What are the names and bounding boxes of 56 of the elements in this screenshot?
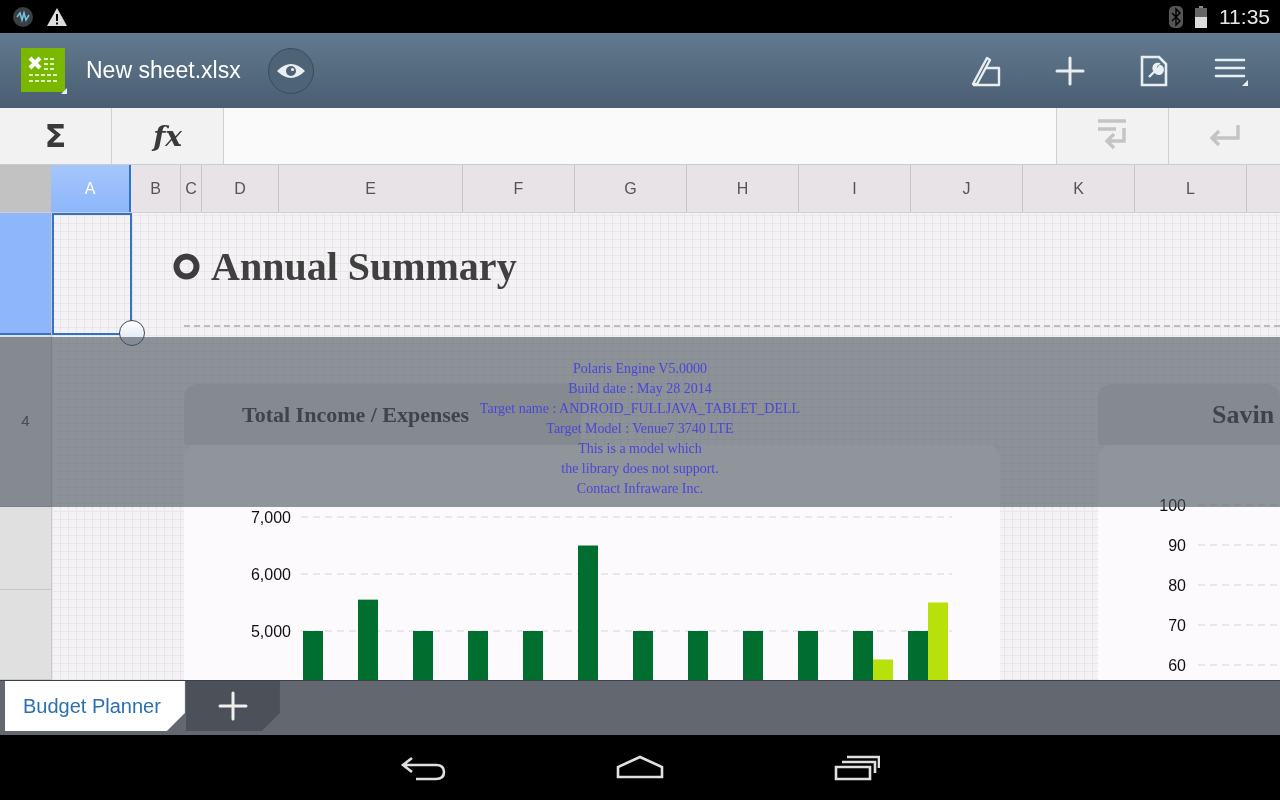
- app-notification-icon: [12, 5, 34, 28]
- column-header[interactable]: F: [463, 165, 575, 212]
- sum-button[interactable]: Σ: [0, 108, 112, 164]
- bar: [798, 631, 818, 680]
- column-header[interactable]: C: [181, 165, 202, 212]
- axis-label: 6,000: [250, 566, 291, 583]
- add-sheet-button[interactable]: [185, 681, 280, 731]
- column-header[interactable]: E: [279, 165, 463, 212]
- engine-notice-line: Contact Infraware Inc.: [576, 480, 704, 498]
- axis-label: 80: [1168, 577, 1186, 594]
- column-header[interactable]: I: [799, 165, 911, 212]
- bluetooth-icon: [1169, 5, 1183, 28]
- axis-label: 7,000: [250, 509, 291, 526]
- bar: [743, 631, 763, 680]
- engine-notice-line: Build date : May 28 2014: [568, 380, 712, 398]
- plus-icon: [217, 691, 248, 721]
- enter-icon: [1207, 123, 1242, 149]
- plus-icon: [1055, 55, 1085, 86]
- recent-apps-icon[interactable]: [834, 754, 880, 781]
- column-header[interactable]: D: [202, 165, 279, 212]
- column-header[interactable]: K: [1023, 165, 1135, 212]
- ring-bullet-icon: [173, 253, 200, 280]
- clock: 11:35: [1219, 4, 1270, 29]
- column-header[interactable]: G: [575, 165, 687, 212]
- back-icon[interactable]: [400, 754, 446, 781]
- bar: [688, 631, 708, 680]
- spreadsheet-app-icon[interactable]: [21, 47, 67, 94]
- bar: [523, 631, 543, 680]
- bar: [413, 631, 433, 680]
- battery-icon: [1195, 5, 1207, 28]
- column-header[interactable]: L: [1135, 165, 1247, 212]
- function-button[interactable]: fx: [112, 108, 224, 164]
- bar: [468, 631, 488, 680]
- home-icon[interactable]: [616, 754, 664, 781]
- selection-handle[interactable]: [119, 320, 145, 346]
- warning-icon: [46, 6, 68, 27]
- engine-notice-line: Target Model : Venue7 3740 LTE: [546, 420, 734, 438]
- axis-label: 5,000: [250, 623, 291, 640]
- document-title: New sheet.xlsx: [86, 57, 241, 84]
- column-header[interactable]: B: [131, 165, 181, 212]
- sheet-tab[interactable]: Budget Planner: [5, 681, 185, 731]
- engine-notice-line: Target name : ANDROID_FULLJAVA_TABLET_DELL: [479, 400, 801, 418]
- bar: [633, 631, 653, 680]
- chart-title: Total Income / Expenses: [242, 401, 470, 428]
- column-header[interactable]: H: [687, 165, 799, 212]
- engine-notice-line: the library does not support.: [561, 460, 719, 478]
- chart-title: Savin: [1212, 399, 1275, 430]
- engine-notice-line: Polaris Engine V5.0000: [573, 360, 707, 378]
- axis-label: 60: [1168, 657, 1186, 674]
- axis-label: 90: [1168, 537, 1186, 554]
- document-wrench-icon: [1140, 54, 1168, 87]
- bar: [303, 631, 323, 680]
- column-header[interactable]: J: [911, 165, 1023, 212]
- axis-label: 70: [1168, 617, 1186, 634]
- engine-notice-line: This is a model which: [578, 440, 702, 458]
- sheet-title: Annual Summary: [211, 243, 517, 290]
